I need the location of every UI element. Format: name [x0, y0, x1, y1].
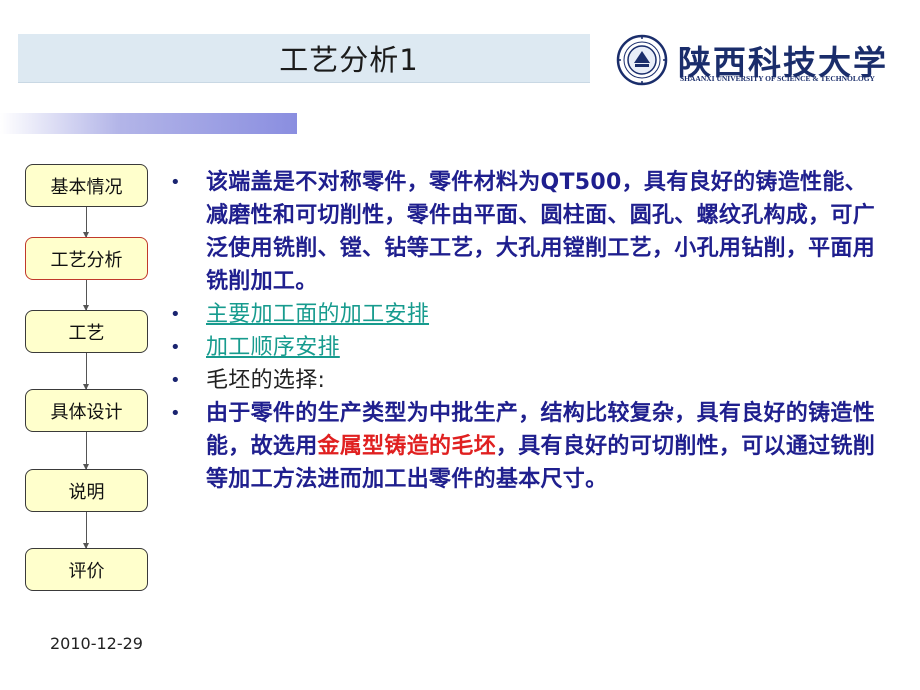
bullet-text-blank-reason: 由于零件的生产类型为中批生产，结构比较复杂，具有良好的铸造性能，故选用金属型铸造…: [206, 397, 878, 496]
nav-item-label: 具体设计: [50, 401, 123, 423]
nav-item-process[interactable]: 工艺: [25, 310, 148, 353]
flow-arrow: [83, 512, 89, 549]
nav-item-label: 工艺: [68, 322, 105, 344]
university-logo: 陕西科技大学 SHAANXI UNIVERSITY OF SCIENCE & T…: [612, 26, 902, 92]
nav-item-basic[interactable]: 基本情况: [25, 164, 148, 207]
title-bar: 工艺分析1: [18, 34, 590, 83]
flow-arrow: [83, 207, 89, 238]
bullet-marker: •: [170, 370, 181, 391]
nav-item-evaluation[interactable]: 评价: [25, 548, 148, 591]
bullet-marker: •: [170, 172, 181, 193]
list-item: • 毛坯的选择:: [168, 364, 878, 397]
flow-arrow: [83, 353, 89, 390]
nav-item-detailed-design[interactable]: 具体设计: [25, 389, 148, 432]
nav-item-label: 工艺分析: [50, 249, 123, 271]
footer-date: 2010-12-29: [50, 634, 143, 653]
nav-item-label: 评价: [68, 560, 105, 582]
page-title: 工艺分析1: [279, 43, 419, 77]
link-main-surface-arrangement[interactable]: 主要加工面的加工安排: [206, 298, 429, 331]
bullet-marker: •: [170, 304, 181, 325]
list-item: • 由于零件的生产类型为中批生产，结构比较复杂，具有良好的铸造性能，故选用金属型…: [168, 397, 878, 496]
list-item: • 主要加工面的加工安排: [168, 298, 878, 331]
highlight-casting-blank: 金属型铸造的毛坯: [317, 434, 496, 459]
nav-item-label: 基本情况: [50, 176, 123, 198]
bullet-text-overview: 该端盖是不对称零件，零件材料为QT500，具有良好的铸造性能、减磨性和可切削性，…: [206, 170, 876, 294]
nav-item-process-analysis[interactable]: 工艺分析: [25, 237, 148, 280]
bullet-text-blank-selection: 毛坯的选择:: [206, 368, 326, 393]
bullet-marker: •: [170, 403, 181, 424]
flow-arrow: [83, 280, 89, 311]
list-item: • 加工顺序安排: [168, 331, 878, 364]
university-seal-icon: [616, 34, 668, 86]
nav-item-label: 说明: [68, 481, 105, 503]
accent-bar: [0, 113, 297, 134]
link-machining-sequence[interactable]: 加工顺序安排: [206, 331, 340, 364]
logo-name-en: SHAANXI UNIVERSITY OF SCIENCE & TECHNOLO…: [680, 74, 875, 83]
list-item: • 该端盖是不对称零件，零件材料为QT500，具有良好的铸造性能、减磨性和可切削…: [168, 166, 878, 298]
flow-arrow: [83, 432, 89, 470]
nav-item-description[interactable]: 说明: [25, 469, 148, 512]
bullet-marker: •: [170, 337, 181, 358]
bullet-list: • 该端盖是不对称零件，零件材料为QT500，具有良好的铸造性能、减磨性和可切削…: [168, 166, 878, 496]
